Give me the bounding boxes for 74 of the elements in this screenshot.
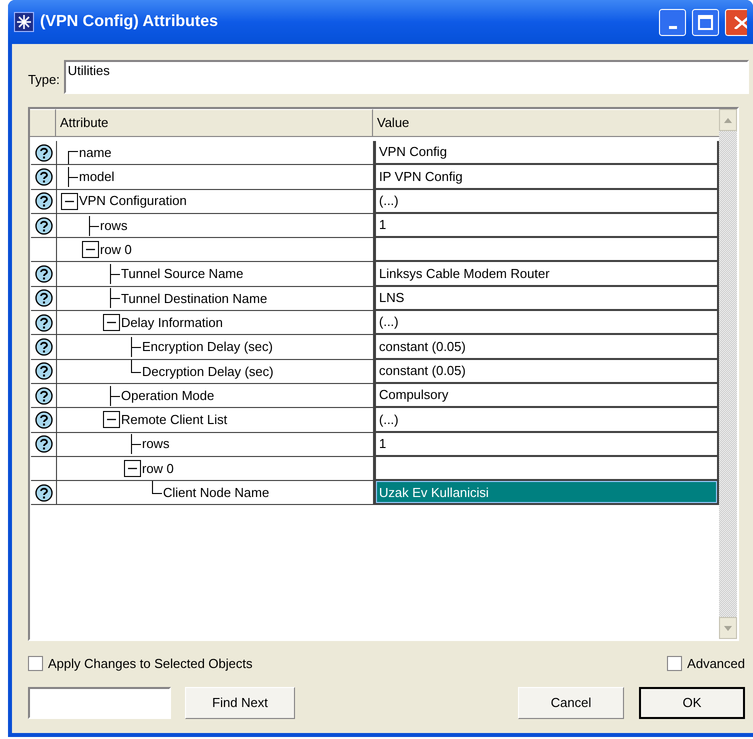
attribute-name: Tunnel Source Name (121, 265, 244, 284)
collapse-icon[interactable] (124, 460, 141, 477)
find-field[interactable] (28, 686, 171, 718)
collapse-icon[interactable] (82, 241, 99, 258)
collapse-icon[interactable] (103, 314, 120, 332)
type-field[interactable]: Utilities (64, 60, 749, 94)
attribute-name: Remote Client List (121, 411, 228, 430)
tree-branch-icon (109, 263, 120, 286)
help-icon[interactable] (34, 144, 52, 162)
help-icon[interactable] (34, 168, 52, 186)
column-header[interactable]: Attribute (56, 109, 373, 137)
close-icon (733, 15, 747, 29)
tree-branch-icon (109, 384, 120, 407)
attribute-name: Tunnel Destination Name (121, 290, 268, 308)
minimize-icon (668, 26, 676, 28)
attribute-name: Decryption Delay (sec) (142, 362, 274, 381)
attribute-name: VPN Configuration (79, 192, 187, 210)
help-icon[interactable] (34, 386, 52, 405)
collapse-icon[interactable] (103, 411, 120, 428)
app-icon (14, 12, 34, 32)
value-cell[interactable]: (...) (374, 408, 719, 433)
dialog-button[interactable]: Cancel (518, 686, 624, 718)
attribute-name: rows (100, 216, 128, 235)
help-icon[interactable] (34, 338, 52, 356)
value-cell[interactable]: LNS (374, 286, 719, 312)
help-icon[interactable] (34, 216, 52, 235)
help-icon[interactable] (34, 484, 52, 502)
column-header[interactable]: Value (373, 109, 719, 137)
minimize-button[interactable] (659, 8, 686, 36)
value-cell[interactable]: (...) (374, 190, 719, 214)
value-cell[interactable]: 1 (374, 214, 719, 238)
value-cell[interactable]: 1 (374, 432, 719, 457)
window-title: (VPN Config) Attributes (40, 12, 220, 32)
attribute-name: Operation Mode (121, 386, 214, 405)
attribute-name: Delay Information (121, 314, 223, 332)
tree-branch-icon (130, 433, 141, 456)
help-icon[interactable] (34, 192, 52, 210)
tree-branch-icon (88, 214, 99, 237)
checkbox[interactable] (667, 656, 682, 672)
attribute-name: name (79, 144, 112, 162)
help-icon[interactable] (34, 265, 52, 284)
help-icon[interactable] (34, 435, 52, 454)
maximize-button[interactable] (692, 8, 719, 36)
value-cell[interactable]: (...) (374, 311, 719, 336)
checkbox-label[interactable]: Apply Changes to Selected Objects (48, 654, 253, 674)
value-cell[interactable]: constant (0.05) (374, 335, 719, 360)
down-arrow-icon (724, 626, 732, 630)
help-icon[interactable] (34, 362, 52, 380)
up-arrow-icon (724, 118, 732, 122)
tree-branch-icon (109, 287, 120, 310)
attribute-name: row 0 (142, 460, 174, 478)
attribute-name: rows (142, 435, 170, 454)
value-cell[interactable]: Uzak Ev Kullanicisi (374, 481, 719, 506)
help-icon[interactable] (34, 314, 52, 332)
value-cell[interactable]: Compulsory (374, 384, 719, 408)
dialog-button[interactable]: OK (639, 686, 745, 718)
tree-branch-icon (151, 481, 162, 494)
value-cell[interactable]: constant (0.05) (374, 360, 719, 384)
attribute-name: model (79, 168, 114, 186)
checkbox[interactable] (28, 656, 43, 672)
attribute-name: row 0 (100, 241, 132, 260)
maximize-icon (698, 14, 713, 30)
attribute-name: Client Node Name (163, 484, 270, 502)
value-cell[interactable]: VPN Config (374, 141, 719, 166)
help-icon[interactable] (34, 410, 52, 429)
checkbox-label[interactable]: Advanced (687, 654, 745, 674)
type-label: Type: (28, 71, 60, 90)
find-next-button[interactable]: Find Next (185, 686, 295, 718)
attribute-name: Encryption Delay (sec) (142, 338, 273, 356)
help-icon[interactable] (34, 289, 52, 308)
value-cell[interactable]: Linksys Cable Modem Router (374, 262, 719, 287)
collapse-icon[interactable] (61, 192, 78, 210)
value-cell[interactable]: IP VPN Config (374, 165, 719, 190)
close-button[interactable] (725, 8, 747, 36)
